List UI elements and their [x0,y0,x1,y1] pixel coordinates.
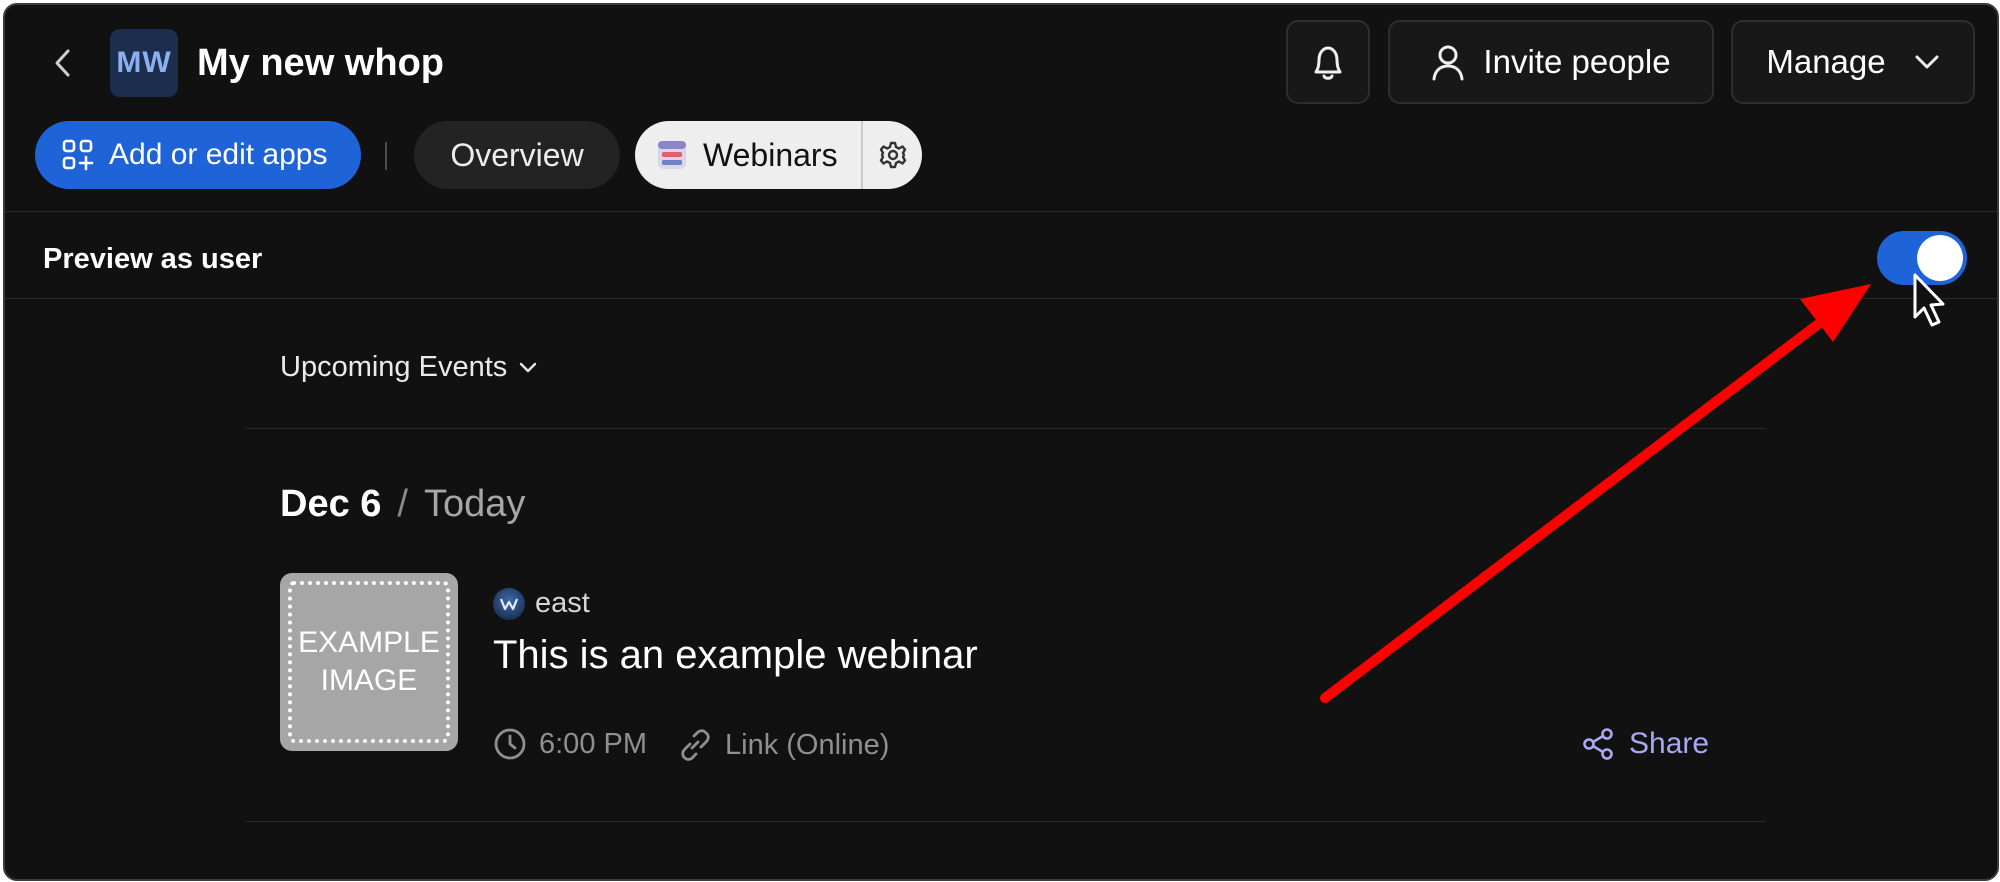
event-title[interactable]: This is an example webinar [493,633,978,678]
page-title: My new whop [197,42,444,84]
user-icon [1432,45,1464,81]
manage-label: Manage [1766,43,1886,80]
back-button[interactable] [43,43,83,83]
annotation-arrow-shaft [1320,320,1822,703]
link-icon [681,729,710,761]
invite-people-label: Invite people [1483,43,1671,80]
add-edit-apps-label: Add or edit apps [109,138,328,171]
upcoming-events-label: Upcoming Events [280,351,508,383]
events-divider [245,428,1765,429]
date-heading: Dec 6 / Today [280,483,525,526]
tab-divider [385,142,387,170]
gear-icon [879,141,906,169]
date-separator: / [397,483,408,525]
tab-webinars[interactable]: Webinars [635,121,922,189]
host-name: east [535,587,590,619]
invite-people-button[interactable]: Invite people [1388,20,1714,104]
preview-as-user-toggle[interactable] [1877,231,1967,285]
toggle-knob [1917,235,1963,281]
tab-webinars-label: Webinars [703,136,838,173]
event-time-label: 6:00 PM [539,727,647,760]
share-icon [1583,728,1613,760]
header-divider [5,211,1997,212]
share-label: Share [1629,727,1710,760]
event-bottom-divider [245,821,1765,822]
event-host[interactable]: east [493,587,590,620]
host-avatar [493,587,525,620]
event-thumbnail[interactable]: EXAMPLE IMAGE [280,573,458,751]
chevron-down-icon [1915,55,1939,69]
relative-date-label: Today [423,483,526,525]
apps-grid-icon [62,139,94,171]
whop-avatar[interactable]: MW [110,29,178,97]
preview-as-user-label: Preview as user [43,243,263,275]
event-location-link[interactable]: Link (Online) [677,727,889,763]
event-time: 6:00 PM [493,727,647,761]
date-label: Dec 6 [280,483,382,525]
chevron-left-icon [55,49,70,77]
app-window: MW My new whop Invite people Manage Add … [3,3,1999,881]
webinars-settings-button[interactable] [863,121,922,189]
annotation-arrow-head [1800,284,1871,342]
share-button[interactable]: Share [1581,727,1709,761]
thumbnail-placeholder-text: EXAMPLE IMAGE [288,581,450,743]
preview-divider [5,298,1997,299]
manage-dropdown[interactable]: Manage [1731,20,1975,104]
webinar-app-icon [658,141,686,169]
add-edit-apps-button[interactable]: Add or edit apps [35,121,361,189]
event-location-label: Link (Online) [725,728,890,761]
tab-webinars-main[interactable]: Webinars [635,121,861,189]
notifications-button[interactable] [1286,20,1370,104]
tab-overview[interactable]: Overview [414,121,620,189]
clock-icon [494,728,526,760]
chevron-down-icon [520,362,537,372]
upcoming-events-dropdown[interactable]: Upcoming Events [280,351,537,384]
bell-icon [1314,46,1342,80]
